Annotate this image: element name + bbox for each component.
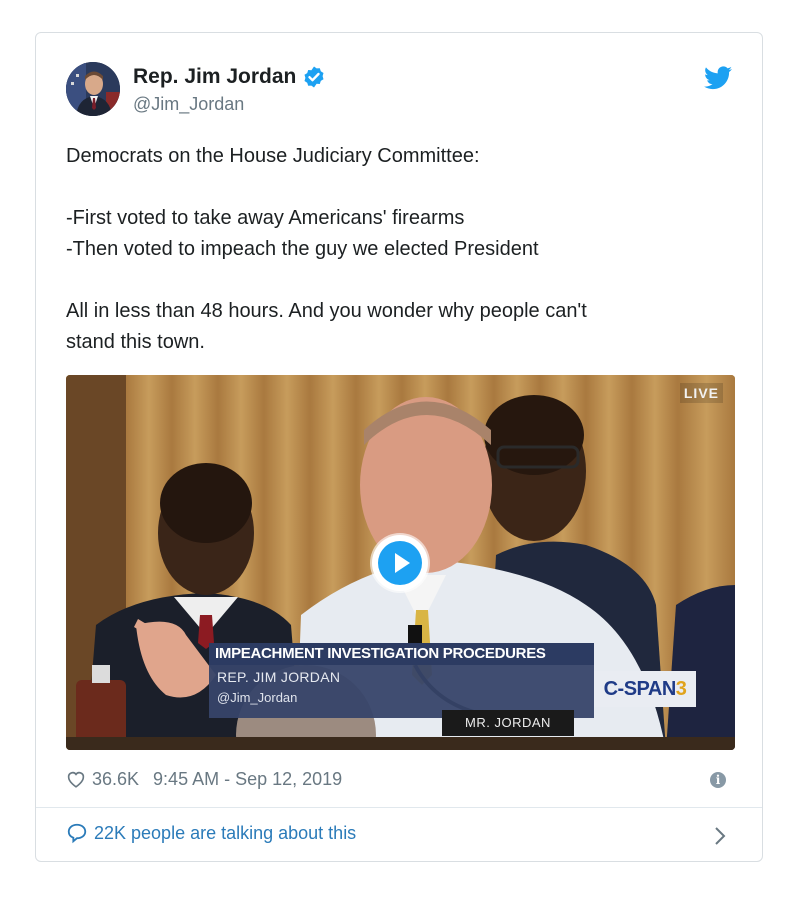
verified-badge-icon: [304, 66, 324, 88]
twitter-bird-icon[interactable]: [704, 66, 732, 90]
tweet-text: Democrats on the House Judiciary Committ…: [66, 141, 726, 358]
author-handle[interactable]: @Jim_Jordan: [133, 94, 244, 115]
chevron-right-icon[interactable]: [714, 826, 726, 846]
talking-label[interactable]: 22K people are talking about this: [94, 823, 356, 844]
divider: [36, 807, 762, 808]
talking-link[interactable]: 22K people are talking about this: [66, 822, 356, 844]
tweet-line: All in less than 48 hours. And you wonde…: [66, 300, 587, 322]
video-player[interactable]: LIVE IMPEACHMENT INVESTIGATION PROCEDURE…: [66, 375, 735, 750]
nameplate: MR. JORDAN: [442, 710, 574, 736]
cspan-logo-number: 3: [675, 678, 687, 700]
tweet-card: Rep. Jim Jordan @Jim_Jordan Democrats on…: [35, 32, 763, 862]
tweet-line: -First voted to take away Americans' fir…: [66, 207, 465, 229]
comment-bubble-icon: [67, 823, 87, 844]
timestamp[interactable]: 9:45 AM - Sep 12, 2019: [153, 769, 342, 790]
like-count[interactable]: 36.6K: [92, 769, 139, 790]
author-name-text[interactable]: Rep. Jim Jordan: [133, 65, 296, 89]
chyron-title: IMPEACHMENT INVESTIGATION PROCEDURES: [209, 643, 594, 665]
heart-icon[interactable]: [66, 770, 86, 788]
cspan-logo-text: C-SPAN: [603, 678, 677, 700]
tweet-meta: 36.6K 9:45 AM - Sep 12, 2019: [66, 765, 342, 793]
tweet-line: Democrats on the House Judiciary Committ…: [66, 145, 480, 167]
tweet-line: -Then voted to impeach the guy we electe…: [66, 238, 539, 260]
play-icon: [378, 541, 422, 585]
cspan-logo: C-SPAN3: [594, 671, 696, 707]
info-icon[interactable]: i: [710, 772, 726, 788]
live-badge: LIVE: [679, 383, 723, 403]
chyron-handle: @Jim_Jordan: [217, 690, 298, 705]
chyron-name: REP. JIM JORDAN: [217, 669, 341, 685]
tweet-line: stand this town.: [66, 331, 205, 353]
author-name[interactable]: Rep. Jim Jordan: [133, 65, 326, 89]
avatar[interactable]: [66, 62, 120, 116]
play-button[interactable]: [372, 535, 428, 591]
news-chyron: IMPEACHMENT INVESTIGATION PROCEDURES REP…: [209, 643, 594, 718]
